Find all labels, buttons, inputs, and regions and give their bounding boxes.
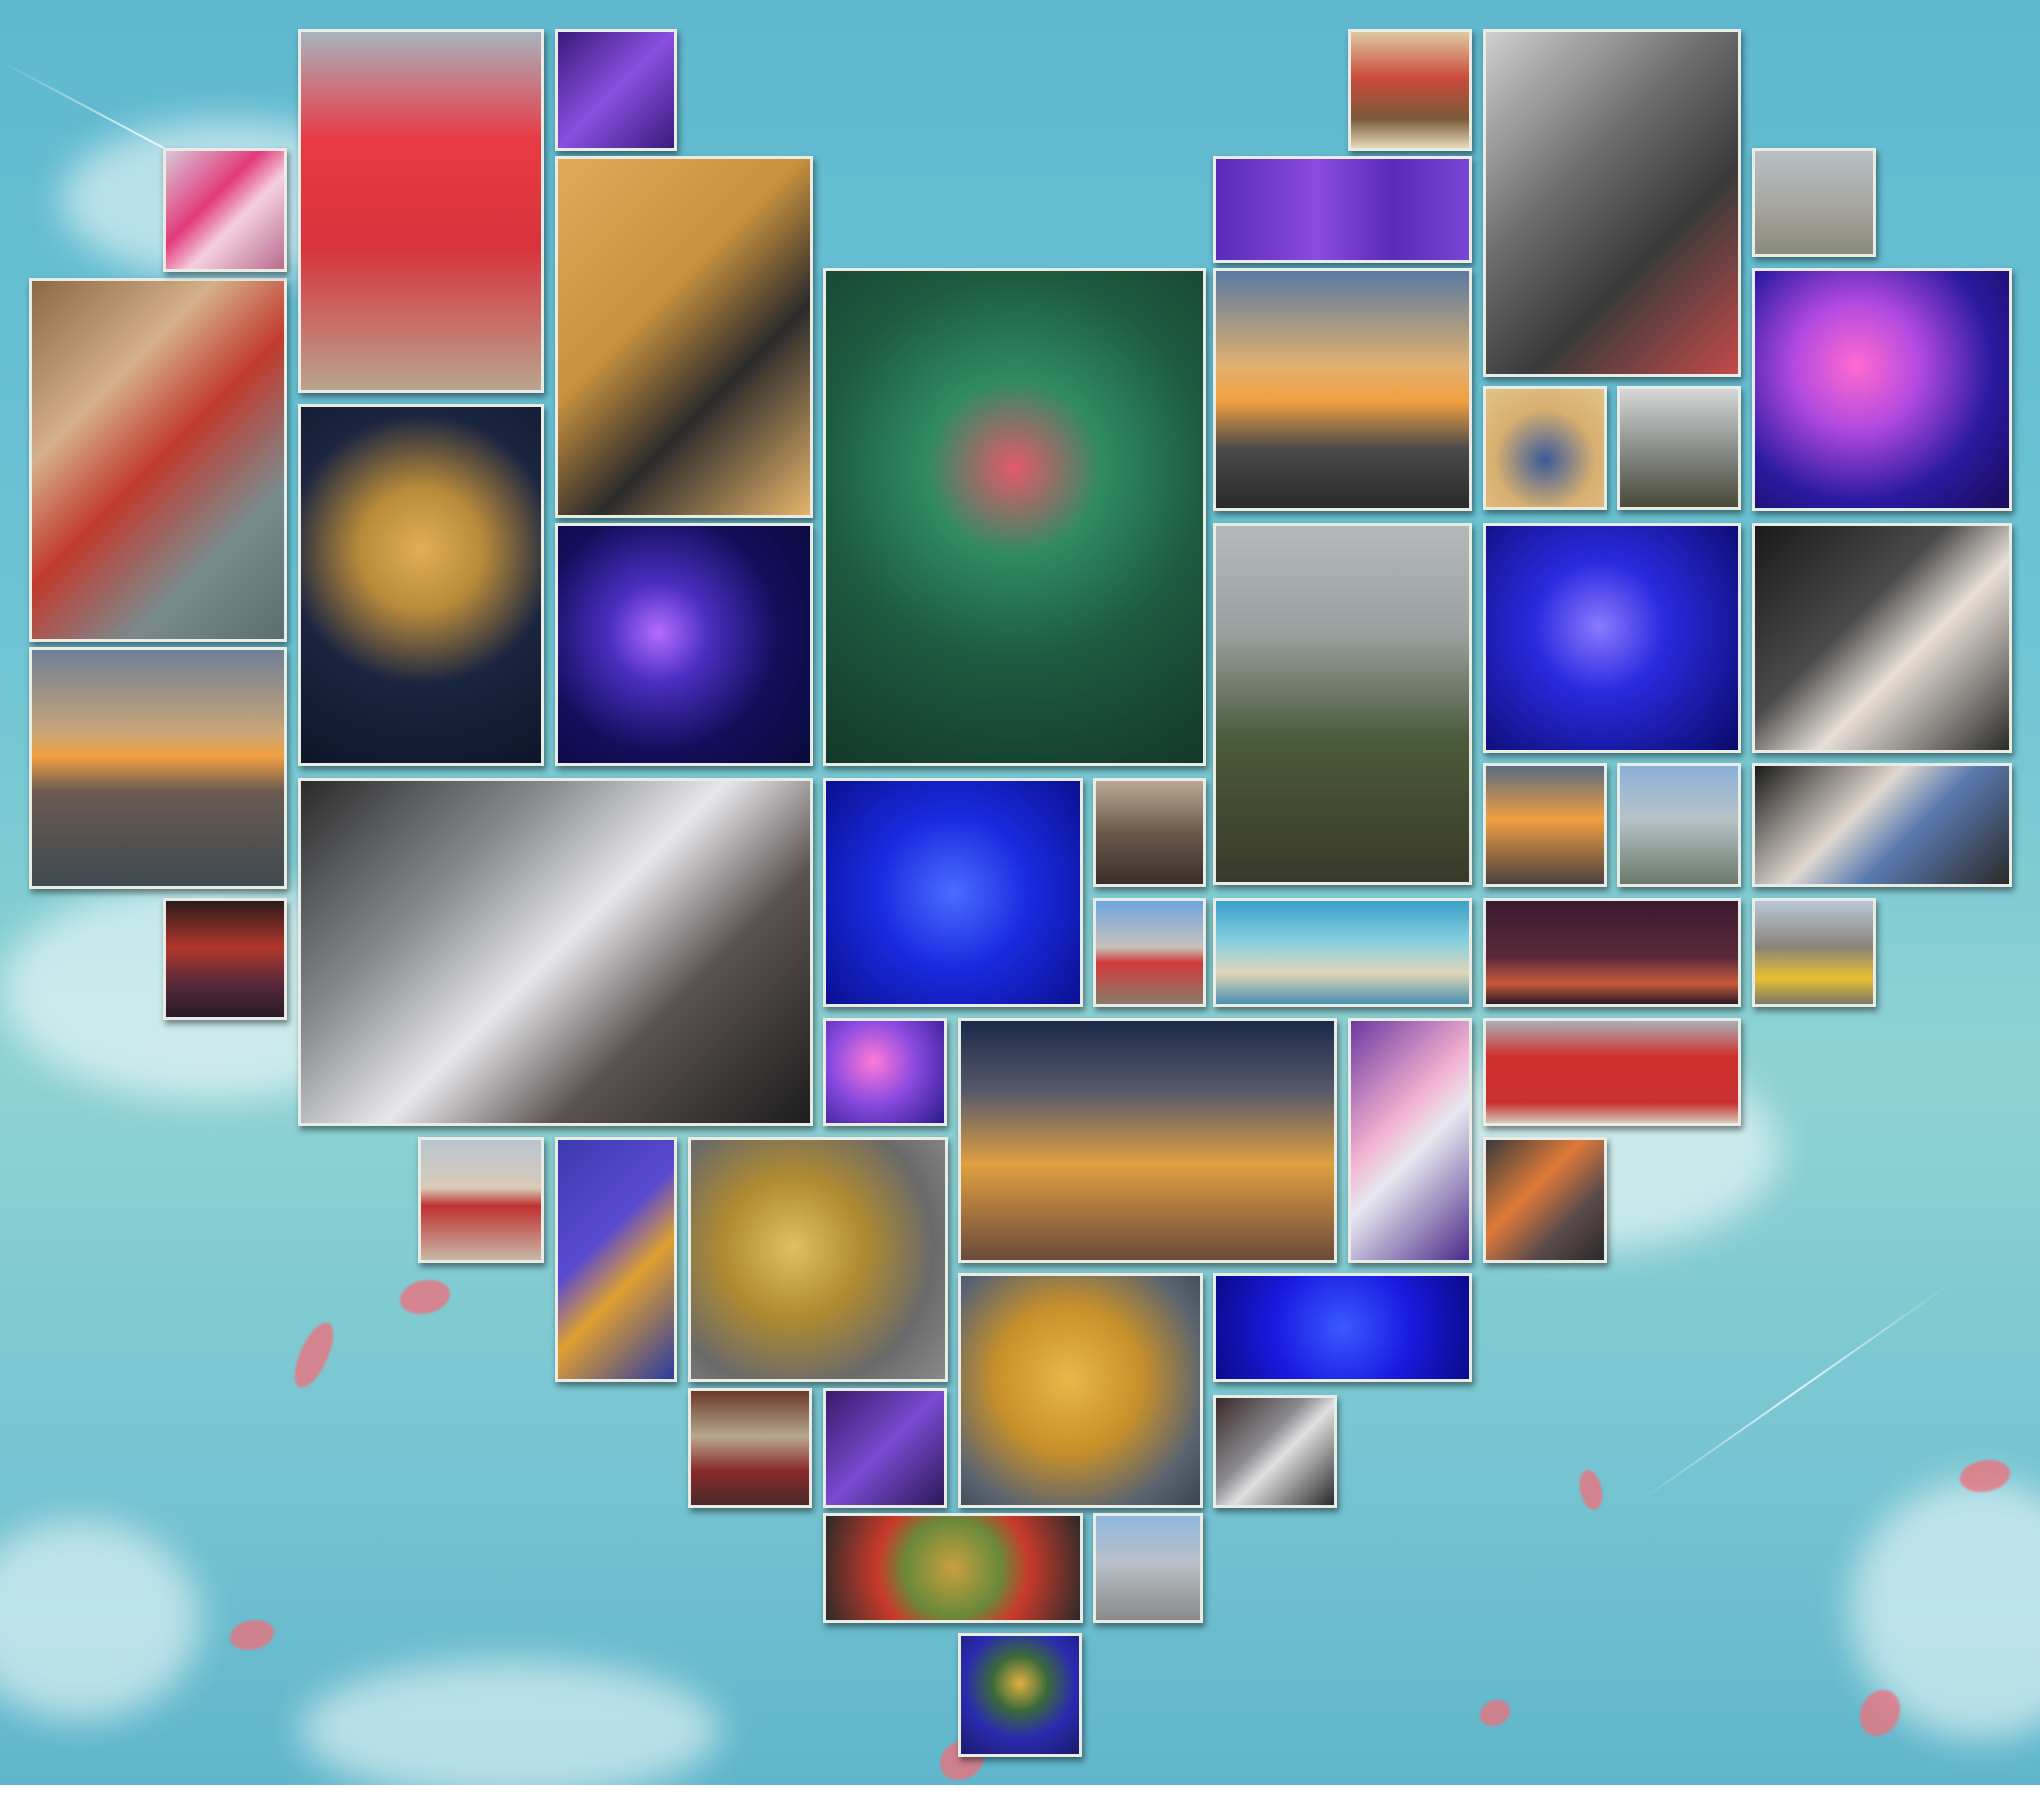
photo-grey-plaza[interactable]: [1752, 148, 1876, 257]
photo-interior-mural-room[interactable]: [1213, 898, 1472, 1007]
photo-sunset-city-left[interactable]: [29, 647, 287, 889]
photo-jellyfish-violet[interactable]: [555, 523, 813, 766]
photo-sunset-building[interactable]: [1483, 1137, 1607, 1263]
photo-rubber-ducks[interactable]: [1752, 898, 1876, 1007]
photo-hands-card-2[interactable]: [1752, 763, 2012, 887]
photo-purple-lights-wide[interactable]: [1213, 156, 1472, 263]
photo-jellyfish-blue-wide[interactable]: [1213, 1273, 1472, 1382]
photo-butterfly-art[interactable]: [1483, 386, 1607, 510]
photo-woman-in-alley[interactable]: [1093, 778, 1206, 887]
photo-red-round-door[interactable]: [1483, 1018, 1741, 1126]
photo-rocky-cliff[interactable]: [1617, 386, 1741, 510]
photo-red-arch-gate[interactable]: [298, 29, 544, 393]
photo-candy-pillar[interactable]: [1348, 1018, 1472, 1263]
photo-purple-lights-small[interactable]: [555, 29, 677, 151]
photo-man-in-mouth-painting[interactable]: [29, 278, 287, 642]
photo-library-desk[interactable]: [688, 1388, 812, 1508]
photo-handprint-star[interactable]: [958, 1273, 1203, 1508]
photo-jellyfish-blue-small[interactable]: [1483, 523, 1741, 753]
photo-stir-fry-dish[interactable]: [823, 1513, 1083, 1623]
photo-woman-purple-lights[interactable]: [823, 1388, 947, 1508]
photo-night-city[interactable]: [1483, 898, 1741, 1007]
photo-devil-horns-afro[interactable]: [555, 156, 813, 518]
photo-sunset-skyline-small[interactable]: [1483, 763, 1607, 887]
photo-red-corridor[interactable]: [163, 898, 287, 1020]
photo-hands-card-1[interactable]: [1752, 523, 2012, 753]
photo-red-target-wall[interactable]: [418, 1137, 544, 1263]
photo-little-prince-man[interactable]: [555, 1137, 677, 1382]
photo-little-prince-painting[interactable]: [958, 1633, 1082, 1757]
photo-dinner-fish-dish[interactable]: [958, 1018, 1337, 1263]
photo-red-gate-distance[interactable]: [1093, 898, 1206, 1007]
photo-jellyfish-blue-tank[interactable]: [823, 778, 1083, 1007]
photo-pink-jellyfish[interactable]: [1752, 268, 2012, 511]
photo-steps-monument[interactable]: [1093, 1513, 1203, 1623]
photo-couple-3d-glasses[interactable]: [298, 778, 813, 1126]
heart-photo-collage: [0, 0, 2040, 1785]
photo-motorcycle[interactable]: [1213, 1395, 1337, 1508]
photo-city-river[interactable]: [1617, 763, 1741, 887]
photo-steam-train-mural[interactable]: [1483, 29, 1741, 377]
photo-angel-wings-painting[interactable]: [298, 404, 544, 766]
photo-balloon-basket-mural[interactable]: [1348, 29, 1472, 151]
photo-small-pink-tower[interactable]: [163, 148, 287, 272]
photo-golden-dragon[interactable]: [688, 1137, 948, 1382]
photo-jellyfish-pink-small[interactable]: [823, 1018, 947, 1126]
photo-sunset-clouds-city[interactable]: [1213, 268, 1472, 511]
photo-rock-diorama[interactable]: [1213, 523, 1472, 885]
photo-throne-green-room[interactable]: [823, 268, 1206, 766]
